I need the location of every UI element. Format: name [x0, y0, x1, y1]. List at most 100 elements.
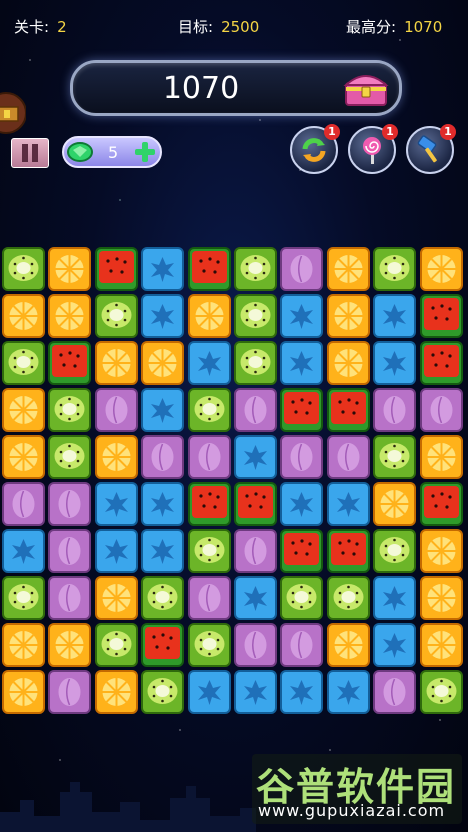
- blueberry-tile[interactable]: [234, 670, 277, 714]
- kiwi-tile[interactable]: [419, 670, 463, 714]
- kiwi-tile[interactable]: [48, 435, 92, 479]
- blueberry-tile[interactable]: [94, 482, 138, 526]
- blueberry-tile[interactable]: [373, 294, 417, 338]
- watermelon-tile[interactable]: [326, 388, 370, 432]
- kiwi-tile[interactable]: [2, 576, 45, 620]
- kiwi-tile[interactable]: [187, 388, 231, 432]
- orange-tile[interactable]: [94, 435, 138, 479]
- grape-tile[interactable]: [373, 388, 417, 432]
- blueberry-tile[interactable]: [141, 294, 185, 338]
- grape-tile[interactable]: [187, 435, 231, 479]
- blueberry-tile[interactable]: [373, 341, 417, 385]
- blueberry-tile[interactable]: [141, 247, 185, 291]
- kiwi-tile[interactable]: [2, 247, 45, 291]
- kiwi-tile[interactable]: [141, 670, 185, 714]
- kiwi-tile[interactable]: [326, 576, 370, 620]
- grape-tile[interactable]: [48, 529, 92, 573]
- blueberry-tile[interactable]: [326, 482, 370, 526]
- blueberry-tile[interactable]: [187, 341, 231, 385]
- side-chest-icon[interactable]: [0, 90, 26, 136]
- blueberry-tile[interactable]: [326, 670, 370, 714]
- orange-tile[interactable]: [48, 294, 92, 338]
- kiwi-tile[interactable]: [187, 623, 231, 667]
- orange-tile[interactable]: [373, 482, 417, 526]
- orange-tile[interactable]: [48, 247, 92, 291]
- grape-tile[interactable]: [187, 576, 231, 620]
- kiwi-tile[interactable]: [48, 388, 92, 432]
- grape-tile[interactable]: [280, 623, 324, 667]
- refresh-tool-button[interactable]: 1: [290, 124, 340, 174]
- blueberry-tile[interactable]: [280, 294, 324, 338]
- kiwi-tile[interactable]: [141, 576, 185, 620]
- watermelon-tile[interactable]: [48, 341, 92, 385]
- orange-tile[interactable]: [187, 294, 231, 338]
- grape-tile[interactable]: [280, 247, 324, 291]
- orange-tile[interactable]: [419, 435, 463, 479]
- grape-tile[interactable]: [373, 670, 417, 714]
- grape-tile[interactable]: [141, 435, 185, 479]
- watermelon-tile[interactable]: [280, 529, 324, 573]
- grape-tile[interactable]: [48, 482, 92, 526]
- hammer-tool-button[interactable]: 1: [406, 124, 456, 174]
- orange-tile[interactable]: [2, 435, 45, 479]
- orange-tile[interactable]: [419, 576, 463, 620]
- blueberry-tile[interactable]: [94, 529, 138, 573]
- orange-tile[interactable]: [2, 623, 45, 667]
- add-gems-icon[interactable]: [134, 141, 156, 163]
- kiwi-tile[interactable]: [94, 623, 138, 667]
- watermelon-tile[interactable]: [141, 623, 185, 667]
- watermelon-tile[interactable]: [94, 247, 138, 291]
- pause-button[interactable]: [11, 138, 49, 168]
- kiwi-tile[interactable]: [234, 247, 277, 291]
- watermelon-tile[interactable]: [280, 388, 324, 432]
- orange-tile[interactable]: [94, 576, 138, 620]
- grape-tile[interactable]: [419, 388, 463, 432]
- orange-tile[interactable]: [419, 247, 463, 291]
- orange-tile[interactable]: [419, 529, 463, 573]
- kiwi-tile[interactable]: [187, 529, 231, 573]
- watermelon-tile[interactable]: [234, 482, 277, 526]
- blueberry-tile[interactable]: [187, 670, 231, 714]
- watermelon-tile[interactable]: [419, 294, 463, 338]
- grape-tile[interactable]: [48, 576, 92, 620]
- watermelon-tile[interactable]: [187, 247, 231, 291]
- treasure-chest-icon[interactable]: [343, 67, 389, 107]
- kiwi-tile[interactable]: [94, 294, 138, 338]
- kiwi-tile[interactable]: [373, 435, 417, 479]
- orange-tile[interactable]: [326, 294, 370, 338]
- blueberry-tile[interactable]: [141, 388, 185, 432]
- kiwi-tile[interactable]: [234, 294, 277, 338]
- grape-tile[interactable]: [48, 670, 92, 714]
- kiwi-tile[interactable]: [234, 341, 277, 385]
- blueberry-tile[interactable]: [280, 670, 324, 714]
- orange-tile[interactable]: [326, 247, 370, 291]
- orange-tile[interactable]: [326, 623, 370, 667]
- blueberry-tile[interactable]: [280, 341, 324, 385]
- grape-tile[interactable]: [326, 435, 370, 479]
- blueberry-tile[interactable]: [234, 435, 277, 479]
- blueberry-tile[interactable]: [373, 576, 417, 620]
- blueberry-tile[interactable]: [373, 623, 417, 667]
- blueberry-tile[interactable]: [280, 482, 324, 526]
- watermelon-tile[interactable]: [326, 529, 370, 573]
- kiwi-tile[interactable]: [373, 247, 417, 291]
- kiwi-tile[interactable]: [280, 576, 324, 620]
- grape-tile[interactable]: [280, 435, 324, 479]
- blueberry-tile[interactable]: [234, 576, 277, 620]
- watermelon-tile[interactable]: [419, 341, 463, 385]
- orange-tile[interactable]: [419, 623, 463, 667]
- grape-tile[interactable]: [94, 388, 138, 432]
- watermelon-tile[interactable]: [187, 482, 231, 526]
- blueberry-tile[interactable]: [2, 529, 45, 573]
- orange-tile[interactable]: [2, 294, 45, 338]
- grape-tile[interactable]: [2, 482, 45, 526]
- orange-tile[interactable]: [94, 670, 138, 714]
- orange-tile[interactable]: [2, 670, 45, 714]
- grape-tile[interactable]: [234, 623, 277, 667]
- orange-tile[interactable]: [326, 341, 370, 385]
- blueberry-tile[interactable]: [141, 482, 185, 526]
- kiwi-tile[interactable]: [373, 529, 417, 573]
- grape-tile[interactable]: [234, 529, 277, 573]
- blueberry-tile[interactable]: [141, 529, 185, 573]
- grape-tile[interactable]: [234, 388, 277, 432]
